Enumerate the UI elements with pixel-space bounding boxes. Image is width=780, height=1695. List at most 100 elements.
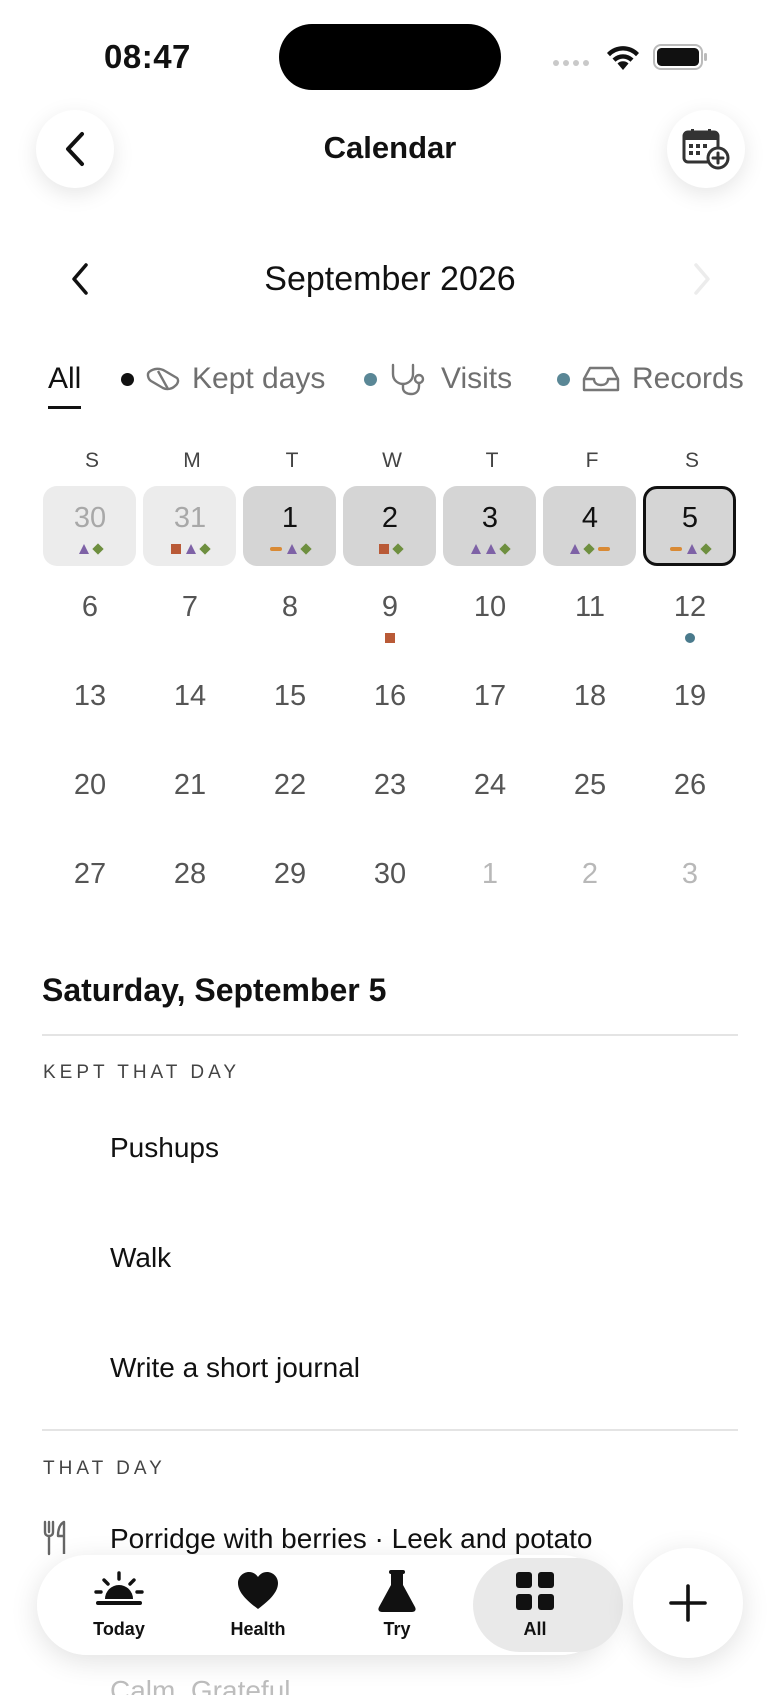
weekday-label: S — [84, 449, 99, 472]
calendar-day[interactable]: 18 — [542, 664, 642, 753]
filter-visits[interactable]: Visits — [364, 362, 512, 396]
calendar-add-icon — [682, 129, 730, 170]
tab-bar: Today Health Try All — [37, 1555, 623, 1655]
calendar-day[interactable]: 2 — [542, 842, 642, 931]
tab-try[interactable]: Try — [337, 1555, 457, 1655]
filter-records-label: Records — [632, 362, 744, 395]
calendar-day[interactable]: 26 — [642, 753, 742, 842]
day-number: 8 — [281, 591, 299, 623]
calendar-day[interactable]: 29 — [242, 842, 342, 931]
calendar-day[interactable]: 22 — [242, 753, 342, 842]
add-button[interactable] — [633, 1548, 743, 1658]
calendar-day[interactable]: 7 — [142, 575, 242, 664]
filter-visits-label: Visits — [441, 362, 513, 395]
day-markers — [42, 542, 138, 556]
day-number: 11 — [574, 591, 606, 623]
month-navigation: September 2026 — [0, 255, 780, 305]
filter-kept-days[interactable]: Kept days — [121, 362, 325, 396]
day-markers — [442, 542, 538, 556]
calendar-day[interactable]: 1 — [242, 486, 342, 575]
calendar-day[interactable]: 16 — [342, 664, 442, 753]
bandage-icon — [146, 367, 180, 391]
calendar-day[interactable]: 6 — [42, 575, 142, 664]
visit-dot-marker — [685, 633, 695, 643]
calendar-day[interactable]: 23 — [342, 753, 442, 842]
day-number: 22 — [273, 769, 307, 801]
calendar-day[interactable]: 14 — [142, 664, 242, 753]
tab-all[interactable]: All — [473, 1555, 623, 1655]
calendar-day[interactable]: 17 — [442, 664, 542, 753]
calendar-day[interactable]: 9 — [342, 575, 442, 664]
calendar-day-selected[interactable]: 5 — [642, 486, 742, 575]
calendar-day[interactable]: 19 — [642, 664, 742, 753]
filter-records[interactable]: Records — [557, 362, 744, 396]
calendar-day[interactable]: 10 — [442, 575, 542, 664]
divider — [42, 1429, 738, 1431]
day-number: 27 — [73, 858, 107, 890]
day-number: 30 — [73, 502, 107, 534]
kept-item[interactable]: Pushups — [110, 1132, 219, 1164]
weekday-label: S — [684, 449, 699, 472]
cellular-signal-icon — [553, 60, 589, 66]
tab-today[interactable]: Today — [59, 1555, 179, 1655]
kept-dot-icon — [121, 372, 134, 386]
calendar-day[interactable]: 3 — [642, 842, 742, 931]
heart-icon — [238, 1572, 278, 1609]
tab-today-label: Today — [93, 1619, 145, 1639]
calendar-day[interactable]: 12 — [642, 575, 742, 664]
calendar-day[interactable]: 31 — [142, 486, 242, 575]
calendar-day[interactable]: 30 — [42, 486, 142, 575]
calendar-day[interactable]: 28 — [142, 842, 242, 931]
calendar-day[interactable]: 24 — [442, 753, 542, 842]
calendar-day[interactable]: 13 — [42, 664, 142, 753]
calendar-day[interactable]: 30 — [342, 842, 442, 931]
calendar-day[interactable]: 8 — [242, 575, 342, 664]
weekday-label: T — [285, 449, 299, 472]
kept-triangle-marker — [186, 544, 196, 554]
fork-knife-icon — [43, 1520, 66, 1556]
calendar-day[interactable]: 2 — [342, 486, 442, 575]
plus-icon — [669, 1584, 707, 1622]
calendar-day[interactable]: 15 — [242, 664, 342, 753]
calendar-day[interactable]: 25 — [542, 753, 642, 842]
dynamic-island — [279, 24, 501, 90]
day-number: 31 — [173, 502, 207, 534]
tray-icon — [582, 366, 620, 392]
kept-item[interactable]: Walk — [110, 1242, 171, 1274]
weekday-label: W — [382, 449, 402, 472]
that-day-next-text: Calm, Grateful — [110, 1675, 291, 1695]
day-number: 20 — [73, 769, 107, 801]
kept-triangle-marker — [471, 544, 481, 554]
filter-tabs: All Kept days Visits Records — [0, 358, 780, 414]
kept-diamond-marker — [583, 543, 595, 555]
day-number: 6 — [81, 591, 99, 623]
kept-section-label: KEPT THAT DAY — [43, 1062, 241, 1083]
calendar-day[interactable]: 20 — [42, 753, 142, 842]
calendar-day[interactable]: 3 — [442, 486, 542, 575]
calendar-week-row: 27 28 29 30 1 2 3 — [42, 842, 742, 931]
calendar-day[interactable]: 21 — [142, 753, 242, 842]
calendar-day[interactable]: 4 — [542, 486, 642, 575]
calendar-day[interactable]: 27 — [42, 842, 142, 931]
day-number: 28 — [173, 858, 207, 890]
day-number: 29 — [273, 858, 307, 890]
day-number: 7 — [181, 591, 199, 623]
kept-item[interactable]: Write a short journal — [110, 1352, 360, 1384]
calendar-day[interactable]: 1 — [442, 842, 542, 931]
tab-all-label: All — [523, 1619, 547, 1639]
day-number: 3 — [481, 502, 499, 534]
day-number: 19 — [673, 680, 707, 712]
next-month-button[interactable] — [684, 259, 720, 299]
kept-diamond-marker — [199, 543, 211, 555]
calendar-week-row: 13 14 15 16 17 18 19 — [42, 664, 742, 753]
add-calendar-button[interactable] — [667, 110, 745, 188]
day-number: 25 — [573, 769, 607, 801]
dash-marker — [670, 547, 682, 551]
kept-triangle-marker — [570, 544, 580, 554]
tab-health[interactable]: Health — [198, 1555, 318, 1655]
filter-all[interactable]: All — [48, 362, 81, 396]
weekday-label: T — [485, 449, 499, 472]
calendar-day[interactable]: 11 — [542, 575, 642, 664]
day-markers — [642, 631, 738, 645]
day-number: 21 — [173, 769, 207, 801]
